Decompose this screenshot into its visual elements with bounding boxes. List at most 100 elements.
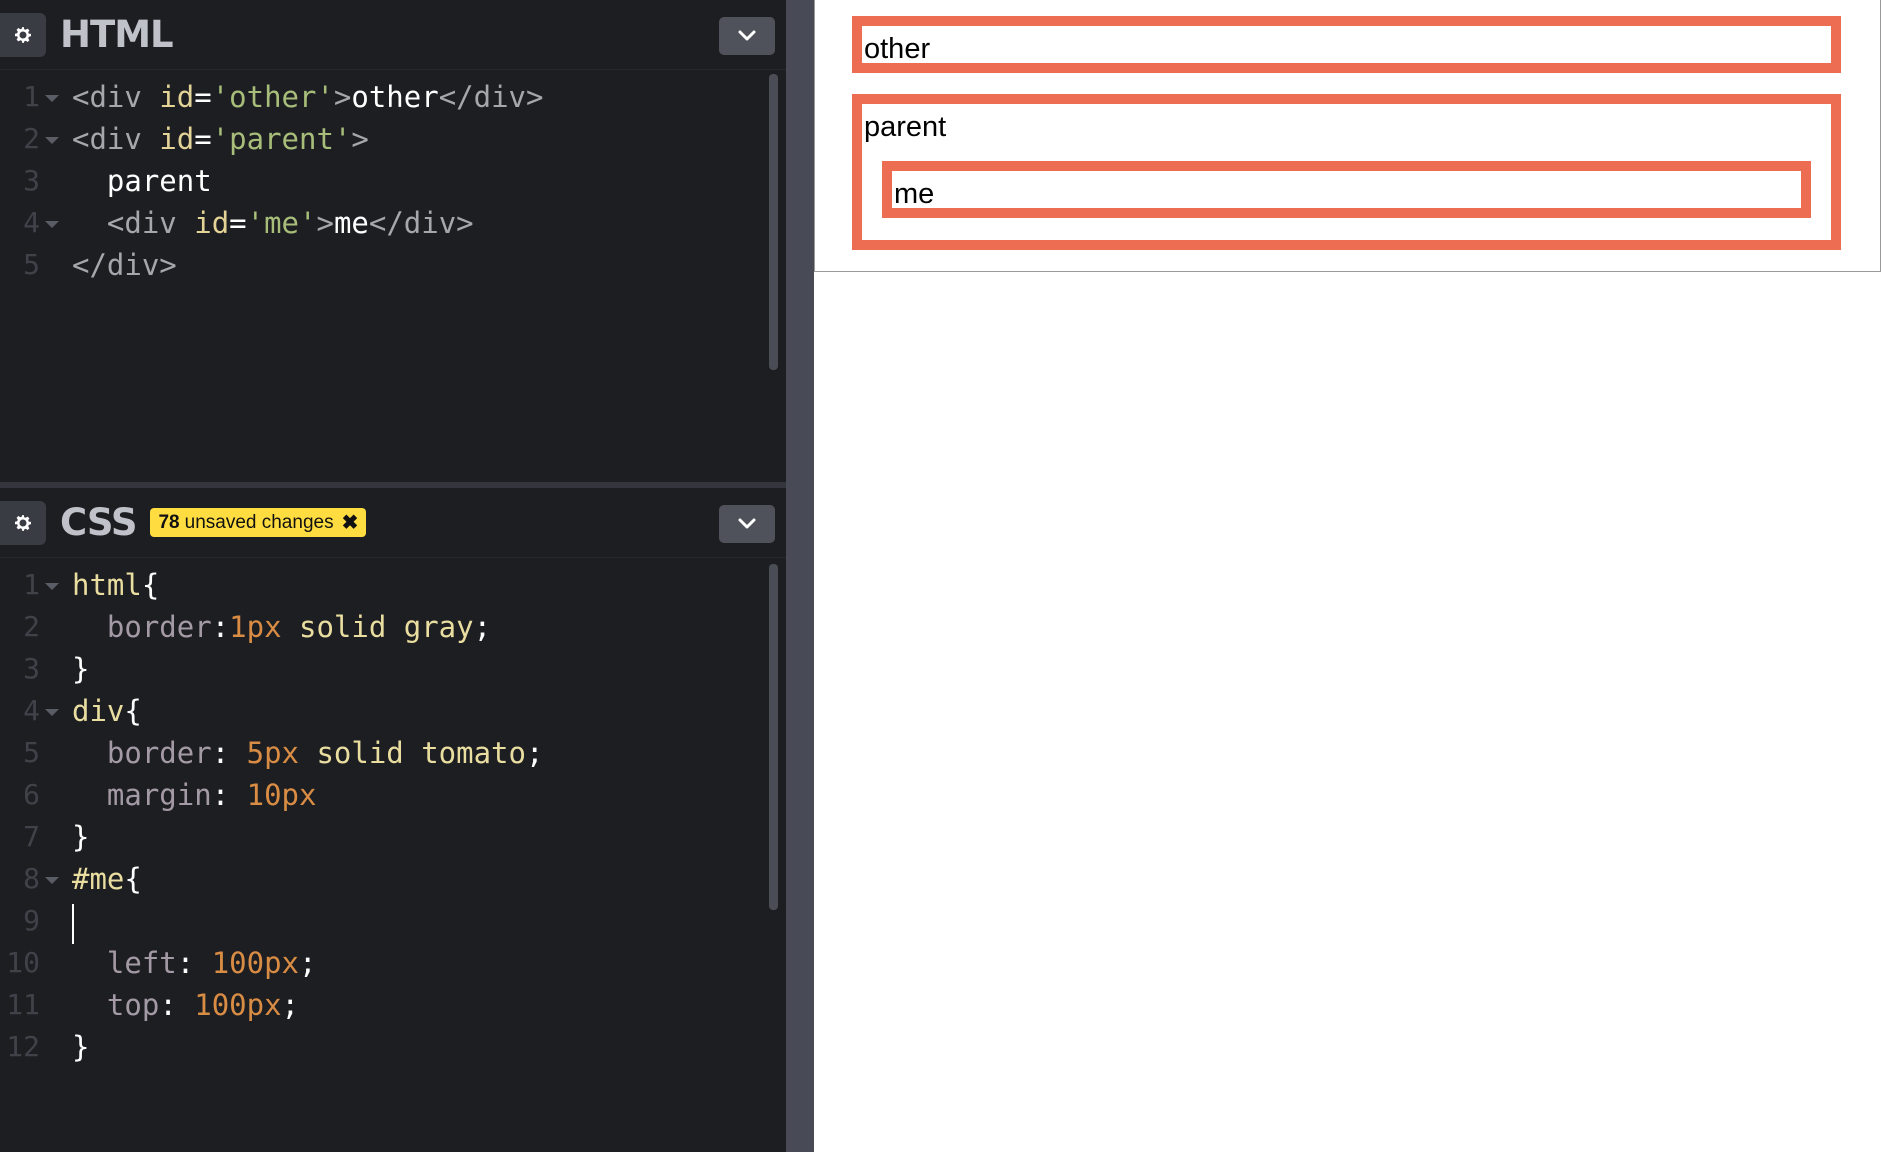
gear-icon xyxy=(15,26,31,43)
code-token: { xyxy=(124,694,142,728)
code-token: ; xyxy=(473,610,492,644)
code-line: 10 left: 100px; xyxy=(0,942,786,984)
code-line: 5 border: 5px solid tomato; xyxy=(0,732,786,774)
line-number: 4 xyxy=(23,694,40,727)
code-line: 3 parent xyxy=(0,160,786,202)
gear-icon xyxy=(15,514,31,531)
line-number: 6 xyxy=(23,778,40,811)
code-line: 5 </div> xyxy=(0,244,786,286)
code-token: > xyxy=(351,122,369,156)
code-line: 1 html{ xyxy=(0,564,786,606)
line-number: 2 xyxy=(23,122,40,155)
unsaved-label: unsaved changes xyxy=(184,511,334,533)
code-token: parent xyxy=(106,164,212,198)
code-token: : xyxy=(159,988,195,1022)
line-number: 4 xyxy=(23,206,40,239)
code-token: <div xyxy=(72,122,160,156)
code-token: 'other' xyxy=(211,80,334,114)
code-token: 1px xyxy=(229,610,282,644)
line-number: 2 xyxy=(23,610,40,643)
unsaved-changes-badge[interactable]: 78 unsaved changes ✖ xyxy=(150,508,367,537)
code-line: 7 } xyxy=(0,816,786,858)
css-editor-scrollbar[interactable] xyxy=(769,564,778,910)
code-line: 3 } xyxy=(0,648,786,690)
line-number: 12 xyxy=(6,1030,40,1063)
code-token: id xyxy=(159,122,195,156)
code-token: left xyxy=(106,946,177,980)
line-number: 1 xyxy=(23,568,40,601)
column-resize-handle[interactable] xyxy=(786,0,814,1152)
html-pane-title: HTML xyxy=(60,13,174,56)
html-editor-scrollbar[interactable] xyxy=(769,74,778,370)
chevron-down-icon xyxy=(738,30,756,41)
code-line: 4 div{ xyxy=(0,690,786,732)
fold-arrow-icon[interactable] xyxy=(45,583,59,590)
code-line: 11 top: 100px; xyxy=(0,984,786,1026)
preview-parent-text: parent xyxy=(864,111,947,143)
code-token: id xyxy=(194,206,230,240)
code-token: { xyxy=(141,568,160,602)
line-number: 10 xyxy=(6,946,40,979)
code-token: : xyxy=(211,778,247,812)
code-token: div xyxy=(72,694,125,728)
fold-arrow-icon[interactable] xyxy=(45,877,59,884)
code-line: 2 border:1px solid gray; xyxy=(0,606,786,648)
html-editor-pane: HTML 1 <div id='other'>other</div> 2 <di… xyxy=(0,0,786,482)
code-token: 10px xyxy=(246,778,317,812)
code-token: } xyxy=(72,652,90,686)
code-token: solid tomato xyxy=(299,736,526,770)
code-token: ; xyxy=(525,736,544,770)
code-token: = xyxy=(194,80,212,114)
css-settings-button[interactable] xyxy=(0,500,46,545)
code-token: me xyxy=(333,206,369,240)
code-token: #me xyxy=(72,862,125,896)
line-number: 7 xyxy=(23,820,40,853)
code-token: { xyxy=(124,862,142,896)
css-collapse-button[interactable] xyxy=(719,505,775,543)
html-code-editor[interactable]: 1 <div id='other'>other</div> 2 <div id=… xyxy=(0,76,786,286)
code-token: id xyxy=(159,80,195,114)
code-token: border xyxy=(106,736,212,770)
html-collapse-button[interactable] xyxy=(719,17,775,55)
code-line: 9 xyxy=(0,900,786,944)
css-pane-header: CSS 78 unsaved changes ✖ xyxy=(0,488,786,558)
fold-arrow-icon[interactable] xyxy=(45,95,59,102)
code-token: </div> xyxy=(438,80,544,114)
preview-me-box: me xyxy=(882,161,1811,218)
code-token: top xyxy=(106,988,160,1022)
fold-arrow-icon[interactable] xyxy=(45,137,59,144)
code-token: 100px xyxy=(194,988,282,1022)
code-token: ; xyxy=(281,988,300,1022)
code-token: } xyxy=(72,1030,90,1064)
code-token: = xyxy=(229,206,247,240)
code-token: solid gray xyxy=(281,610,474,644)
code-token: 'me' xyxy=(246,206,317,240)
css-code-editor[interactable]: 1 html{ 2 border:1px solid gray; 3 } 4 d… xyxy=(0,564,786,1068)
code-token: <div xyxy=(106,206,195,240)
fold-arrow-icon[interactable] xyxy=(45,709,59,716)
unsaved-count: 78 xyxy=(158,511,180,533)
css-editor-pane: CSS 78 unsaved changes ✖ 1 html{ 2 borde… xyxy=(0,488,786,1152)
code-line: 2 <div id='parent'> xyxy=(0,118,786,160)
fold-arrow-icon[interactable] xyxy=(45,221,59,228)
text-cursor xyxy=(72,904,74,944)
code-token: : xyxy=(211,610,230,644)
html-settings-button[interactable] xyxy=(0,12,46,57)
close-icon[interactable]: ✖ xyxy=(342,510,359,535)
code-line: 8 #me{ xyxy=(0,858,786,900)
preview-other-text: other xyxy=(864,33,931,65)
code-token: > xyxy=(333,80,352,114)
code-token: border xyxy=(106,610,212,644)
preview-other-box: other xyxy=(852,16,1841,73)
code-token: ; xyxy=(299,946,317,980)
code-token: : xyxy=(176,946,212,980)
preview-html-box: other parent me xyxy=(814,0,1881,272)
code-token: 100px xyxy=(211,946,299,980)
code-token: 5px xyxy=(246,736,299,770)
line-number: 1 xyxy=(23,80,40,113)
code-line: 6 margin: 10px xyxy=(0,774,786,816)
chevron-down-icon xyxy=(738,518,756,529)
code-token: other xyxy=(351,80,439,114)
code-token: <div xyxy=(72,80,160,114)
result-preview: other parent me xyxy=(814,0,1882,1152)
